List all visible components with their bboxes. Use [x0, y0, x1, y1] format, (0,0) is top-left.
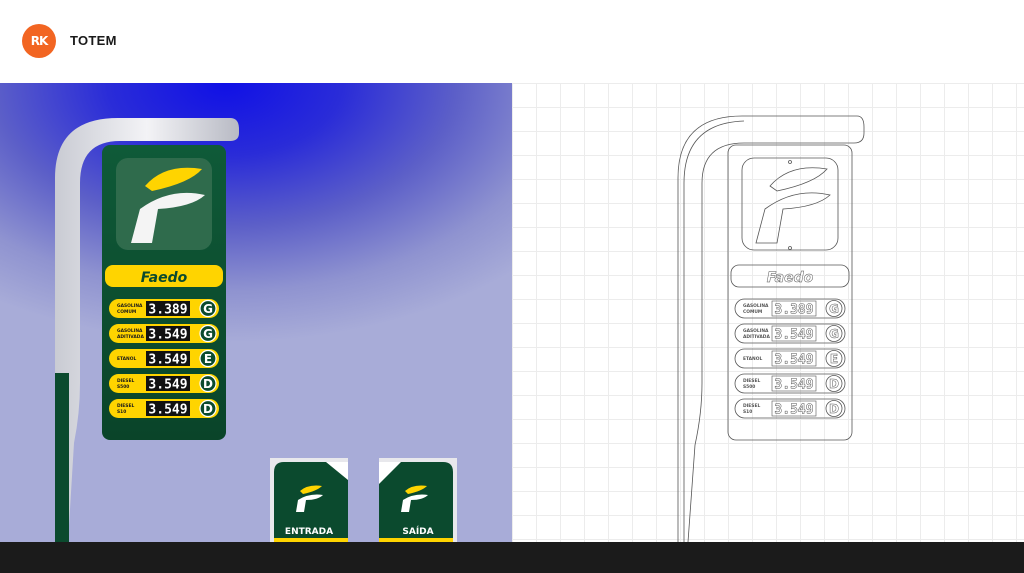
faedo-logo-tile [116, 158, 212, 250]
entrada-label: ENTRADA [284, 527, 334, 537]
fuel-price: 3.549 [148, 378, 187, 393]
fuel-price: 3.389 [148, 303, 187, 318]
fuel-label-line2: ADITIVADA [117, 334, 144, 340]
fuel-price: 3.549 [148, 403, 187, 418]
price-row: GASOLINACOMUM 3.389 G [734, 298, 846, 319]
drawing-rows: GASOLINACOMUM 3.389 GGASOLINAADITIVADA 3.54… [734, 298, 846, 419]
fuel-letter: E [204, 352, 212, 366]
fuel-price: 3.549 [148, 328, 187, 343]
fuel-letter: E [830, 352, 838, 366]
fuel-label: DIESEL [743, 403, 760, 409]
price-row: DIESELS10 3.549 D [734, 398, 846, 419]
fuel-letter: G [203, 327, 213, 341]
fuel-letter: D [203, 402, 213, 416]
fuel-label: ETANOL [117, 356, 136, 362]
footer-bar [0, 542, 1024, 573]
fuel-label: GASOLINA [117, 303, 143, 309]
fuel-label: GASOLINA [743, 328, 769, 334]
fuel-label-line2: S10 [117, 409, 126, 415]
fuel-price: 3.549 [774, 403, 813, 418]
totem-render-view: Faedo GASOLINA COMUM 3.389 G GASOLINA ADITIVA… [0, 83, 512, 542]
fuel-label-line2: S500 [117, 384, 129, 390]
fuel-label-line2: ADITIVADA [743, 334, 770, 340]
fuel-letter: G [829, 327, 839, 341]
fuel-letter: G [203, 302, 213, 316]
fuel-price: 3.549 [774, 378, 813, 393]
fuel-letter: D [829, 377, 839, 391]
price-row: GASOLINAADITIVADA 3.549 G [109, 324, 219, 343]
fuel-label: GASOLINA [743, 303, 769, 309]
fuel-label: DIESEL [117, 378, 134, 384]
price-row: ETANOL 3.549 E [109, 349, 219, 368]
fuel-label: DIESEL [743, 378, 760, 384]
fuel-price: 3.389 [774, 303, 813, 318]
totem-drawing-svg: Faedo GASOLINACOMUM 3.389 GGASOLINAADITIVA… [677, 115, 865, 543]
price-row: DIESELS500 3.549 D [734, 373, 846, 394]
entrada-sign: ENTRADA [270, 458, 348, 542]
price-row: GASOLINACOMUM 3.389 G [109, 299, 219, 318]
fuel-label-line2: COMUM [743, 309, 762, 315]
price-row: DIESELS500 3.549 D [109, 374, 219, 393]
price-row: GASOLINAADITIVADA 3.549 G [734, 323, 846, 344]
rk-logo: RK [22, 24, 56, 58]
drawing-panel [727, 144, 853, 441]
fuel-label-line2: S500 [743, 384, 755, 390]
price-row: ETANOL 3.549 E [734, 348, 846, 369]
fuel-label: DIESEL [117, 403, 134, 409]
fuel-price: 3.549 [774, 328, 813, 343]
totem-drawing-view: Faedo GASOLINA COMUM 3.389 G GASOLINA ADITIVA… [512, 83, 1024, 543]
fuel-label: ETANOL [743, 356, 762, 362]
fuel-label: GASOLINA [117, 328, 143, 334]
fuel-label-line2: COMUM [117, 309, 136, 315]
fuel-label-line2: S10 [743, 409, 752, 415]
price-panel: Faedo [102, 145, 226, 440]
page: RK TOTEM Faedo GASOLINA COMUM 3.389 G GA… [0, 0, 1024, 573]
totem-brand-name: Faedo [141, 270, 188, 286]
page-title: TOTEM [70, 33, 117, 48]
price-rows: GASOLINACOMUM 3.389 GGASOLINAADITIVADA 3.54… [109, 299, 219, 418]
logo-text: RK [30, 34, 49, 48]
price-row: DIESELS10 3.549 D [109, 399, 219, 418]
saida-sign: SAÍDA [379, 458, 457, 542]
fuel-letter: D [203, 377, 213, 391]
fuel-price: 3.549 [774, 353, 813, 368]
drawing-brand-name: Faedo [767, 270, 814, 286]
fuel-price: 3.549 [148, 353, 187, 368]
fuel-letter: D [829, 402, 839, 416]
header: RK TOTEM [0, 0, 1024, 83]
fuel-letter: G [829, 302, 839, 316]
saida-label: SAÍDA [402, 527, 434, 537]
